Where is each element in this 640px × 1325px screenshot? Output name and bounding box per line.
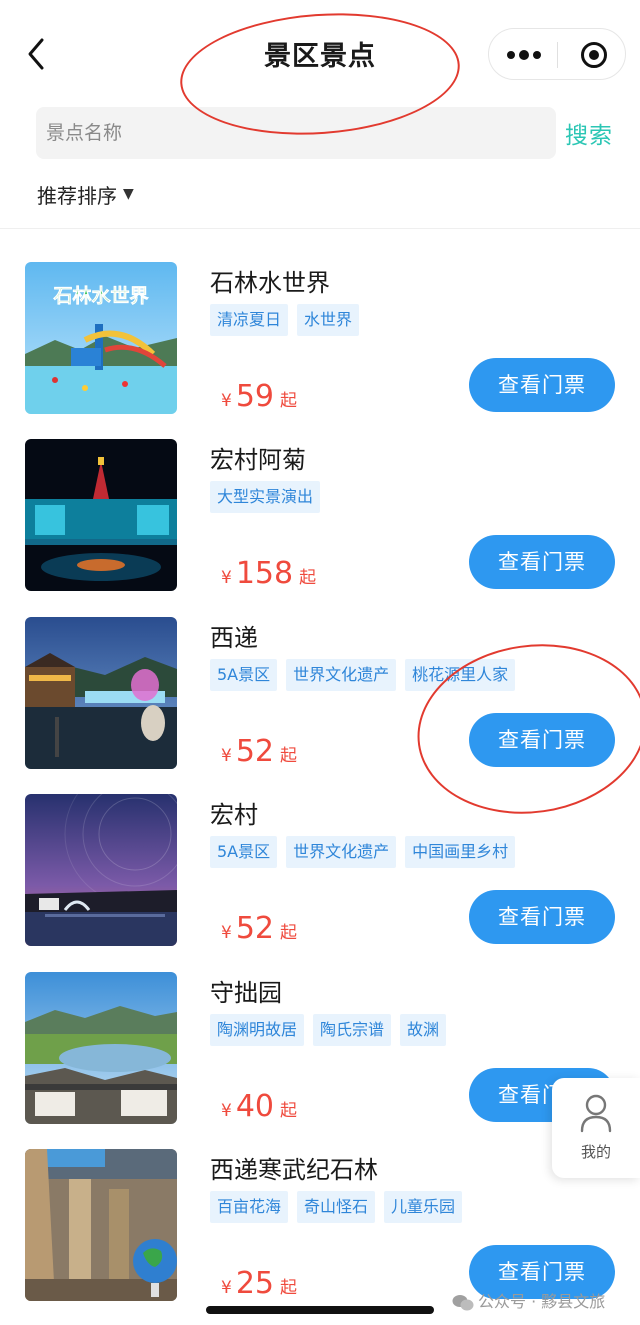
wechat-icon xyxy=(452,1294,474,1310)
spot-card[interactable]: 守拙园 陶渊明故居 陶氏宗谱 故渊 ¥40 起 查看门票 xyxy=(0,972,640,1149)
spot-tag: 世界文化遗产 xyxy=(286,659,397,691)
price-value: 52 xyxy=(235,734,275,769)
price-value: 52 xyxy=(235,911,275,946)
spot-tag: 大型实景演出 xyxy=(210,481,321,513)
spot-tag: 故渊 xyxy=(400,1014,447,1046)
caret-down-icon: ▼ xyxy=(123,186,134,202)
spot-card[interactable]: 西递 5A景区 世界文化遗产 桃花源里人家 ¥52 起 查看门票 xyxy=(0,617,640,794)
price-value: 59 xyxy=(235,379,275,414)
spot-card[interactable]: 宏村阿菊 大型实景演出 ¥158 起 查看门票 xyxy=(0,439,640,616)
search-bar: 搜索 xyxy=(0,92,640,162)
price-value: 40 xyxy=(235,1089,275,1124)
watermark-text: 公众号 · 黟县文旅 xyxy=(478,1292,606,1311)
price-suffix: 起 xyxy=(280,391,298,411)
currency-symbol: ¥ xyxy=(221,746,232,766)
spot-price: ¥52 起 xyxy=(221,911,297,946)
currency-symbol: ¥ xyxy=(221,1278,232,1298)
currency-symbol: ¥ xyxy=(221,391,232,411)
spot-tag: 中国画里乡村 xyxy=(405,836,516,868)
currency-symbol: ¥ xyxy=(221,923,232,943)
tag-list: 5A景区 世界文化遗产 桃花源里人家 xyxy=(210,659,516,691)
spot-thumbnail xyxy=(25,794,177,946)
spot-thumbnail xyxy=(25,1149,177,1301)
sort-label: 推荐排序 xyxy=(37,184,117,208)
tag-list: 5A景区 世界文化遗产 中国画里乡村 xyxy=(210,836,516,868)
spot-tag: 5A景区 xyxy=(210,659,278,691)
price-value: 158 xyxy=(235,556,294,591)
spot-price: ¥25 起 xyxy=(221,1266,297,1301)
spot-thumbnail xyxy=(25,972,177,1124)
watermark: 公众号 · 黟县文旅 xyxy=(452,1288,605,1312)
spot-price: ¥40 起 xyxy=(221,1089,297,1124)
more-dots-icon[interactable] xyxy=(503,43,545,67)
price-suffix: 起 xyxy=(280,1101,298,1121)
spot-tag: 百亩花海 xyxy=(210,1191,289,1223)
close-target-icon[interactable] xyxy=(580,41,608,69)
nav-header: 景区景点 xyxy=(0,0,640,92)
price-suffix: 起 xyxy=(280,746,298,766)
my-profile-float-button[interactable]: 我的 xyxy=(552,1078,640,1178)
spot-thumbnail xyxy=(25,617,177,769)
spot-card[interactable]: 宏村 5A景区 世界文化遗产 中国画里乡村 ¥52 起 查看门票 xyxy=(0,794,640,971)
spot-tag: 陶渊明故居 xyxy=(210,1014,305,1046)
capsule-divider xyxy=(557,42,558,68)
spot-name: 西递寒武纪石林 xyxy=(210,1156,378,1184)
tag-list: 清凉夏日 水世界 xyxy=(210,304,360,336)
spot-tag: 奇山怪石 xyxy=(297,1191,376,1223)
spot-price: ¥52 起 xyxy=(221,734,297,769)
spot-name: 守拙园 xyxy=(210,979,282,1007)
person-icon xyxy=(580,1094,612,1133)
thumb-logo-text: 石林水世界 xyxy=(52,284,148,307)
currency-symbol: ¥ xyxy=(221,568,232,588)
price-suffix: 起 xyxy=(280,1278,298,1298)
spot-card[interactable]: 石林水世界 石林水世界 清凉夏日 水世界 ¥59 起 查看门票 xyxy=(0,262,640,439)
spot-tag: 儿童乐园 xyxy=(384,1191,463,1223)
price-suffix: 起 xyxy=(280,923,298,943)
spot-name: 宏村 xyxy=(210,801,258,829)
currency-symbol: ¥ xyxy=(221,1101,232,1121)
my-profile-label: 我的 xyxy=(580,1143,611,1161)
spot-tag: 清凉夏日 xyxy=(210,304,289,336)
tag-list: 百亩花海 奇山怪石 儿童乐园 xyxy=(210,1191,463,1223)
spot-name: 宏村阿菊 xyxy=(210,446,306,474)
spot-tag: 陶氏宗谱 xyxy=(313,1014,392,1046)
mini-program-capsule xyxy=(488,28,626,80)
view-tickets-button[interactable]: 查看门票 xyxy=(469,713,615,767)
spot-thumbnail xyxy=(25,439,177,591)
spot-tag: 桃花源里人家 xyxy=(405,659,516,691)
spot-tag: 世界文化遗产 xyxy=(286,836,397,868)
spot-tag: 水世界 xyxy=(297,304,360,336)
price-suffix: 起 xyxy=(299,568,317,588)
home-indicator xyxy=(206,1306,434,1314)
price-value: 25 xyxy=(235,1266,275,1301)
spot-name: 石林水世界 xyxy=(210,269,330,297)
spot-price: ¥158 起 xyxy=(221,556,316,591)
spot-price: ¥59 起 xyxy=(221,379,297,414)
search-input[interactable] xyxy=(36,107,556,159)
tag-list: 陶渊明故居 陶氏宗谱 故渊 xyxy=(210,1014,447,1046)
view-tickets-button[interactable]: 查看门票 xyxy=(469,890,615,944)
sort-dropdown[interactable]: 推荐排序 ▼ xyxy=(37,180,134,209)
spot-tag: 5A景区 xyxy=(210,836,278,868)
view-tickets-button[interactable]: 查看门票 xyxy=(469,358,615,412)
view-tickets-button[interactable]: 查看门票 xyxy=(469,535,615,589)
search-button[interactable]: 搜索 xyxy=(565,116,613,150)
spot-thumbnail: 石林水世界 xyxy=(25,262,177,414)
divider xyxy=(0,228,640,229)
spot-name: 西递 xyxy=(210,624,258,652)
tag-list: 大型实景演出 xyxy=(210,481,321,513)
